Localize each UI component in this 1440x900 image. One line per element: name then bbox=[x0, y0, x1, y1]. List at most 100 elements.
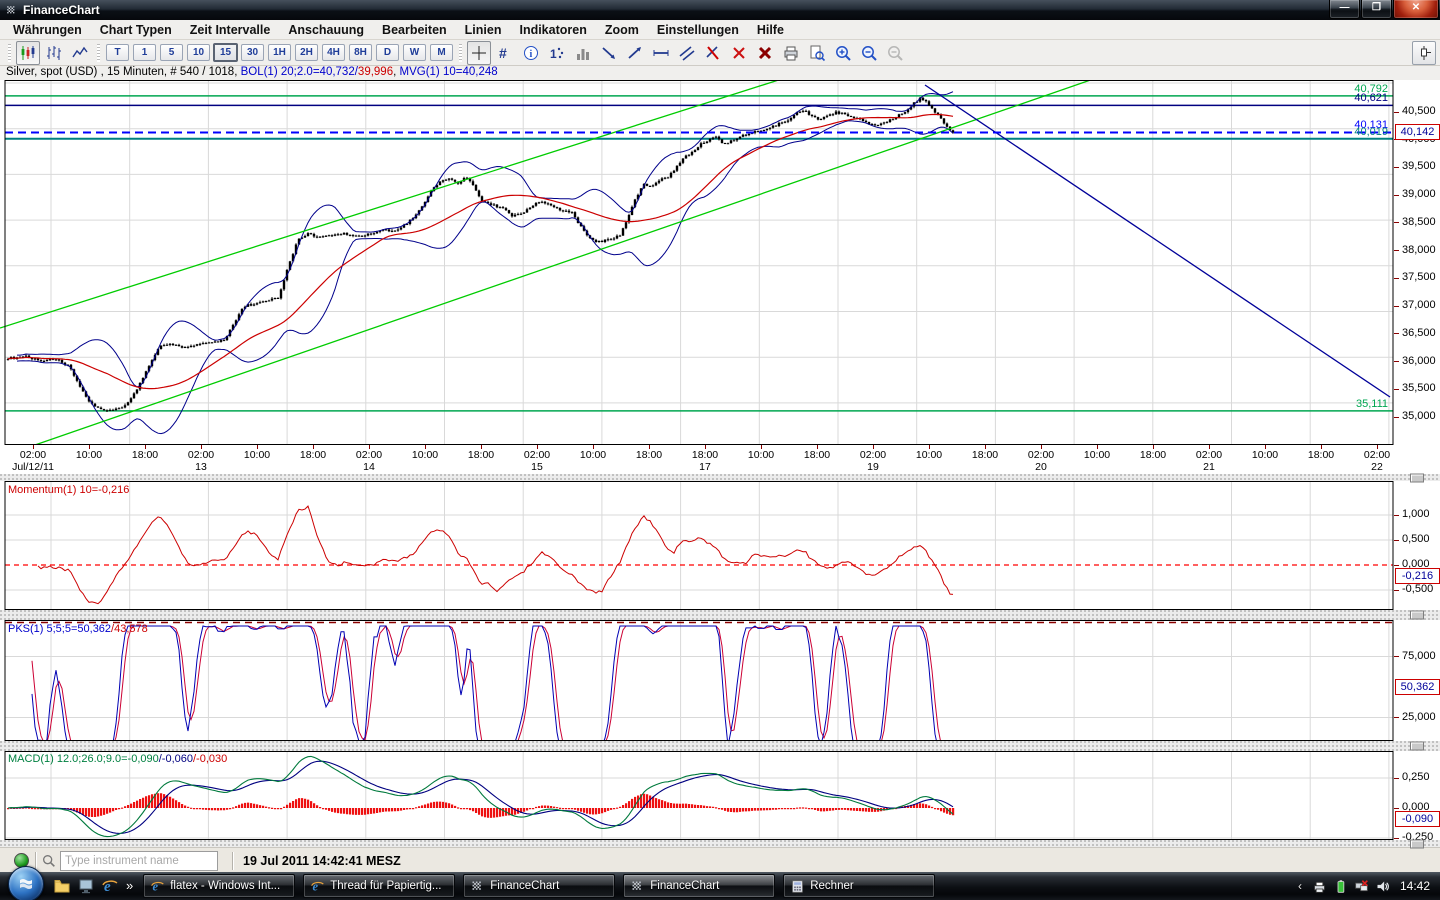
time-tick-label: 10:00 bbox=[580, 449, 606, 461]
close-button[interactable]: ✕ bbox=[1393, 0, 1439, 19]
minimize-button[interactable]: — bbox=[1329, 0, 1360, 19]
panel-splitter-handle[interactable] bbox=[1410, 611, 1424, 620]
menu-indikatoren[interactable]: Indikatoren bbox=[510, 21, 595, 39]
momentum-panel[interactable] bbox=[0, 481, 1440, 610]
interval-15-button[interactable]: 15 bbox=[213, 43, 238, 62]
delete-selected-button[interactable] bbox=[727, 41, 751, 65]
trend-line-down-button[interactable] bbox=[597, 41, 621, 65]
time-tick-label: 02:00 bbox=[20, 449, 46, 461]
menu-einstellungen[interactable]: Einstellungen bbox=[648, 21, 748, 39]
panel-splitter[interactable] bbox=[0, 840, 1440, 847]
time-tick-label: 10:00 bbox=[244, 449, 270, 461]
printer-tray-icon[interactable] bbox=[1312, 879, 1327, 894]
print-button[interactable] bbox=[779, 41, 803, 65]
date-tick-label: Jul/12/11 bbox=[12, 461, 54, 473]
interval-4h-button[interactable]: 4H bbox=[322, 44, 345, 61]
interval-10-button[interactable]: 10 bbox=[187, 44, 210, 61]
zoom-in-button[interactable] bbox=[831, 41, 855, 65]
horizontal-line-button[interactable] bbox=[649, 41, 673, 65]
menu-chart-typen[interactable]: Chart Typen bbox=[91, 21, 181, 39]
taskbar-button-label: FinanceChart bbox=[490, 880, 559, 892]
taskbar-button-flatex-windows-int-[interactable]: eflatex - Windows Int... bbox=[143, 874, 295, 898]
panel-splitter-handle[interactable] bbox=[1410, 742, 1424, 751]
candlestick-chart-button[interactable] bbox=[16, 41, 40, 65]
interval-2h-button[interactable]: 2H bbox=[295, 44, 318, 61]
data-labels-button[interactable]: 1 bbox=[545, 41, 569, 65]
time-tick-label: 18:00 bbox=[636, 449, 662, 461]
show-desktop-quicklaunch-button[interactable] bbox=[75, 875, 97, 897]
toolbar-grip[interactable] bbox=[459, 44, 462, 62]
main-price-chart[interactable]: 40,79240,62140,13140,01935,111 bbox=[0, 80, 1440, 445]
volume-histogram-button[interactable] bbox=[571, 41, 595, 65]
battery-tray-icon[interactable] bbox=[1333, 879, 1348, 894]
info-button[interactable]: i bbox=[519, 41, 543, 65]
remove-line-button[interactable] bbox=[701, 41, 725, 65]
toolbar-grip[interactable] bbox=[97, 44, 100, 62]
interval-30-button[interactable]: 30 bbox=[241, 44, 264, 61]
crosshair-button[interactable] bbox=[467, 41, 491, 65]
time-tick-label: 10:00 bbox=[76, 449, 102, 461]
panel-splitter-handle[interactable] bbox=[1410, 839, 1424, 848]
pks-panel[interactable] bbox=[0, 620, 1440, 741]
panel-splitter[interactable] bbox=[0, 741, 1440, 751]
print-preview-button[interactable] bbox=[805, 41, 829, 65]
panel-splitter-handle[interactable] bbox=[1410, 473, 1424, 482]
date-tick-label: 17 bbox=[699, 461, 711, 473]
start-button[interactable] bbox=[8, 866, 44, 900]
menu-zeit-intervalle[interactable]: Zeit Intervalle bbox=[181, 21, 280, 39]
window-title: FinanceChart bbox=[23, 3, 100, 17]
print-icon bbox=[782, 44, 800, 62]
menu-zoom[interactable]: Zoom bbox=[596, 21, 648, 39]
zoom-out-button[interactable] bbox=[857, 41, 881, 65]
tray-chevron[interactable]: ‹ bbox=[1298, 879, 1302, 893]
momentum-label: Momentum(1) 10=-0,216 bbox=[8, 484, 129, 496]
trend-line-up-icon bbox=[626, 44, 644, 62]
interval-8h-button[interactable]: 8H bbox=[349, 44, 372, 61]
menu-anschauung[interactable]: Anschauung bbox=[279, 21, 373, 39]
divider bbox=[232, 852, 233, 870]
grid-button[interactable]: # bbox=[493, 41, 517, 65]
toolbar-grip[interactable] bbox=[8, 44, 11, 62]
interval-m-button[interactable]: M bbox=[430, 44, 453, 61]
main-chart-canvas[interactable] bbox=[0, 80, 1440, 445]
dock-panel-button[interactable] bbox=[1412, 41, 1436, 65]
trend-line-up-button[interactable] bbox=[623, 41, 647, 65]
folder-quicklaunch-button[interactable] bbox=[51, 875, 73, 897]
interval-1h-button[interactable]: 1H bbox=[268, 44, 291, 61]
line-chart-button[interactable] bbox=[68, 41, 92, 65]
instrument-search-input[interactable] bbox=[60, 851, 218, 871]
interval-5-button[interactable]: 5 bbox=[160, 44, 183, 61]
axis-tick bbox=[1394, 515, 1399, 516]
menu-bearbeiten[interactable]: Bearbeiten bbox=[373, 21, 456, 39]
momentum-canvas[interactable] bbox=[0, 481, 1440, 610]
delete-all-button[interactable] bbox=[753, 41, 777, 65]
taskbar-button-rechner[interactable]: Rechner bbox=[783, 874, 935, 898]
volume-tray-icon[interactable] bbox=[1375, 879, 1390, 894]
axis-tick-label: 36,000 bbox=[1402, 355, 1436, 368]
zoom-in-icon bbox=[834, 44, 852, 62]
trend-channel-button[interactable] bbox=[675, 41, 699, 65]
taskbar-button-financechart[interactable]: FinanceChart bbox=[463, 874, 615, 898]
menu-w-hrungen[interactable]: Währungen bbox=[4, 21, 91, 39]
internet-explorer-quicklaunch-button[interactable]: e bbox=[99, 875, 121, 897]
taskbar-button-thread-f-r-papiertig-[interactable]: eThread für Papiertig... bbox=[303, 874, 455, 898]
axis-tick-label: -0,500 bbox=[1402, 583, 1433, 596]
axis-tick bbox=[1394, 306, 1399, 307]
ohlc-bar-chart-button[interactable] bbox=[42, 41, 66, 65]
chart-series-label: Silver, spot (USD) , 15 Minuten, # 540 /… bbox=[0, 66, 1440, 80]
interval-t-button[interactable]: T bbox=[106, 44, 129, 61]
volume-icon bbox=[1375, 879, 1390, 894]
interval-1-button[interactable]: 1 bbox=[133, 44, 156, 61]
quick-launch-overflow-chevron[interactable]: » bbox=[126, 878, 133, 893]
panel-splitter[interactable] bbox=[0, 474, 1440, 481]
grid-icon: # bbox=[496, 44, 514, 62]
panel-splitter[interactable] bbox=[0, 610, 1440, 620]
taskbar-button-financechart[interactable]: FinanceChart bbox=[623, 874, 775, 898]
network-error-tray-icon[interactable] bbox=[1354, 879, 1369, 894]
menu-hilfe[interactable]: Hilfe bbox=[748, 21, 793, 39]
interval-w-button[interactable]: W bbox=[403, 44, 426, 61]
pks-canvas[interactable] bbox=[0, 620, 1440, 741]
menu-linien[interactable]: Linien bbox=[456, 21, 511, 39]
interval-d-button[interactable]: D bbox=[376, 44, 399, 61]
restore-button[interactable]: ❐ bbox=[1361, 0, 1392, 19]
